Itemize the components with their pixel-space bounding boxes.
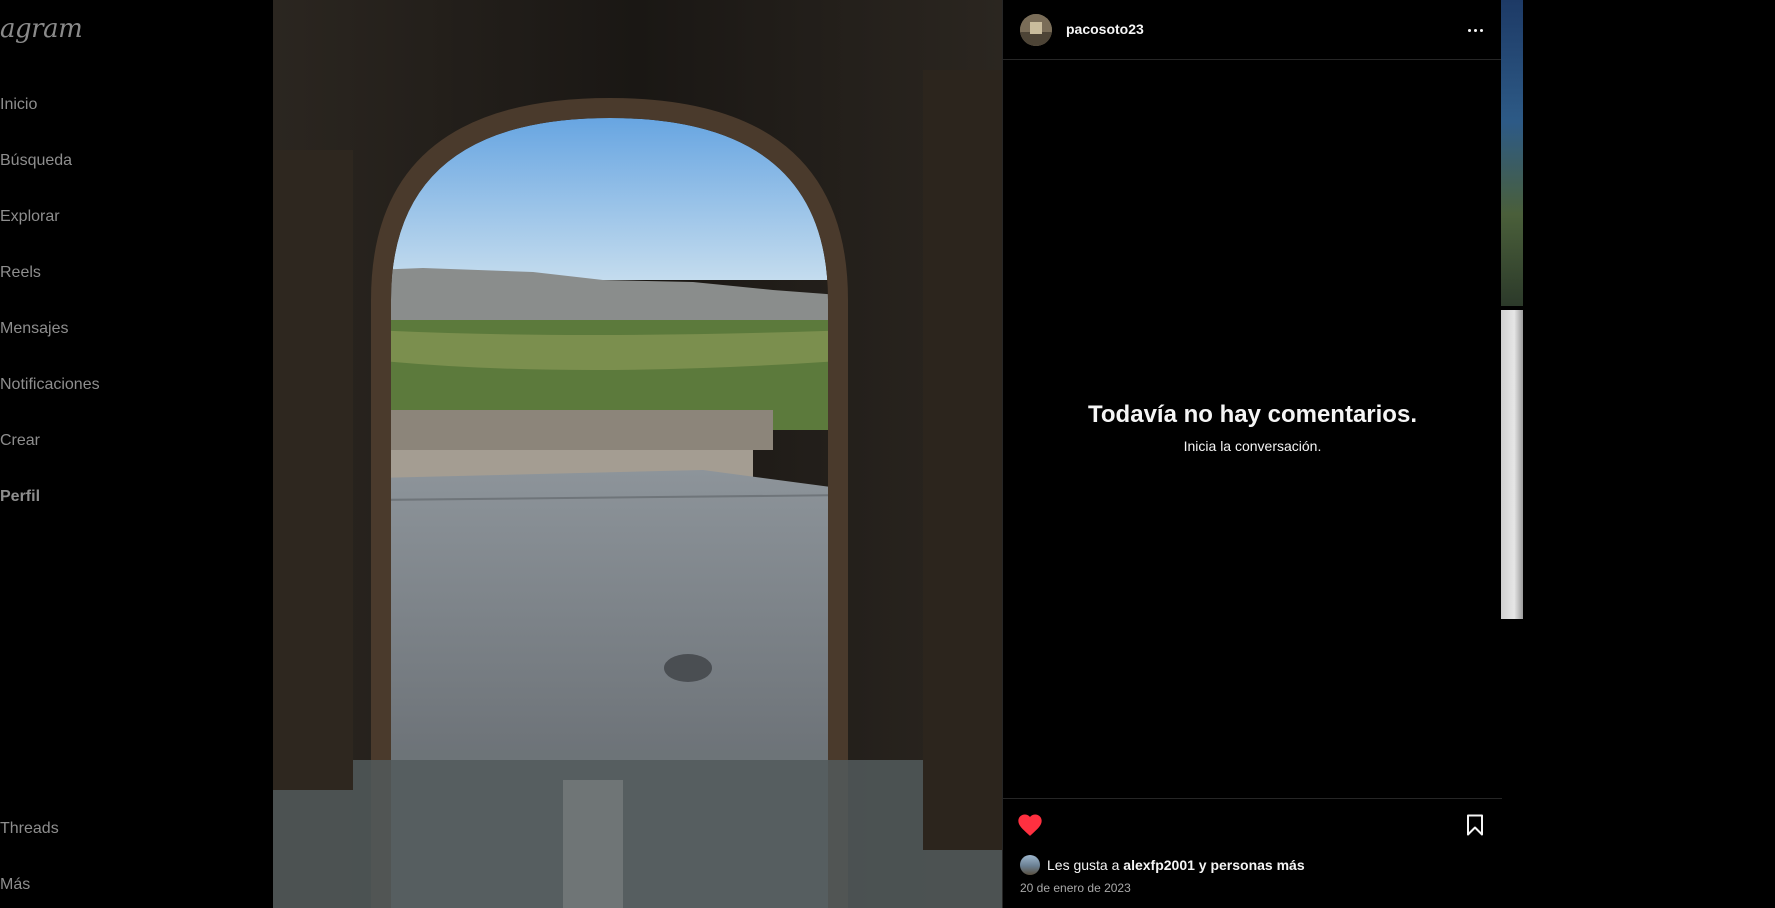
author-username[interactable]: pacosoto23 (1066, 21, 1144, 37)
sidebar-item-notificaciones[interactable]: Notificaciones (0, 376, 100, 394)
likes-summary[interactable]: Les gusta a alexfp2001 y personas más (1020, 855, 1305, 875)
avatar-photo (1020, 14, 1052, 46)
sidebar-item-explorar[interactable]: Explorar (0, 208, 60, 226)
more-options-icon[interactable] (1463, 18, 1487, 42)
next-post-preview[interactable] (1501, 0, 1523, 306)
start-conversation-text: Inicia la conversación. (1183, 438, 1322, 454)
bookmark-icon[interactable] (1463, 813, 1487, 837)
stone-archway-photo (273, 0, 1002, 908)
heart-filled-icon[interactable] (1016, 811, 1044, 839)
liker-avatar (1020, 855, 1040, 875)
sidebar-item-threads[interactable]: Threads (0, 820, 59, 838)
sidebar: agram Inicio Búsqueda Explorar Reels Men… (0, 0, 272, 908)
no-comments-title: Todavía no hay comentarios. (1088, 401, 1417, 428)
sidebar-item-reels[interactable]: Reels (0, 264, 41, 282)
post-actions: Les gusta a alexfp2001 y personas más 20… (1003, 798, 1502, 908)
sidebar-item-perfil[interactable]: Perfil (0, 488, 40, 506)
sidebar-item-busqueda[interactable]: Búsqueda (0, 152, 72, 170)
sidebar-item-mensajes[interactable]: Mensajes (0, 320, 68, 338)
likes-others[interactable]: y personas más (1195, 857, 1305, 873)
post-date: 20 de enero de 2023 (1020, 881, 1131, 895)
likes-prefix: Les gusta a (1047, 857, 1124, 873)
instagram-logo[interactable]: agram (0, 14, 83, 44)
sidebar-item-crear[interactable]: Crear (0, 432, 40, 450)
liker-username[interactable]: alexfp2001 (1123, 857, 1195, 873)
next-post-preview-2[interactable] (1501, 310, 1523, 619)
author-avatar[interactable] (1020, 14, 1052, 46)
sidebar-item-mas[interactable]: Más (0, 876, 30, 894)
post-photo[interactable] (273, 0, 1002, 908)
post-details-panel: pacosoto23 Todavía no hay comentarios. I… (1002, 0, 1502, 908)
post-header: pacosoto23 (1003, 0, 1502, 60)
sidebar-item-inicio[interactable]: Inicio (0, 96, 37, 114)
